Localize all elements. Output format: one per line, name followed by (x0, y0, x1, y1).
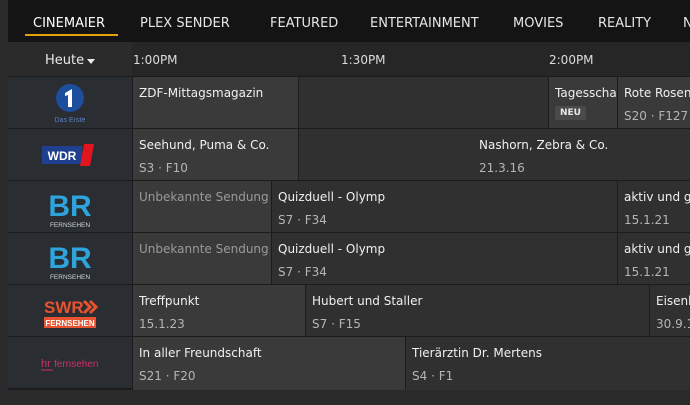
program-cell[interactable]: aktiv und ge 15.1.21 (618, 233, 690, 284)
svg-text:SWR: SWR (44, 298, 84, 317)
svg-text:fernsehen: fernsehen (54, 359, 98, 370)
program-cell-empty[interactable] (299, 77, 548, 128)
caret-down-icon (87, 59, 95, 64)
tv-guide: CINEMAIER PLEX SENDER FEATURED ENTERTAIN… (8, 0, 690, 390)
program-date: 15.1.21 (624, 265, 670, 279)
tab-next[interactable]: N (683, 0, 690, 42)
program-title: Nashorn, Zebra & Co. (479, 138, 609, 152)
channel-wdr[interactable]: WDR (8, 129, 132, 180)
program-title: Quizduell - Olymp (278, 190, 386, 204)
program-title: Unbekannte Sendung (139, 242, 269, 256)
svg-text:hr: hr (41, 358, 51, 370)
program-cell[interactable]: Seehund, Puma & Co. S3 · F10 (133, 129, 298, 180)
tab-featured[interactable]: FEATURED (270, 0, 338, 42)
program-title: Treffpunkt (139, 294, 200, 308)
hr-fernsehen-logo-icon: hr fernsehen (41, 358, 98, 370)
program-date: 21.3.16 (479, 161, 525, 175)
tab-reality[interactable]: REALITY (598, 0, 651, 42)
program-cell[interactable]: Rote Rosen S20 · F127 (618, 77, 690, 128)
program-cell[interactable]: Quizduell - Olymp S7 · F34 (272, 233, 617, 284)
svg-text:FERNSEHEN: FERNSEHEN (45, 319, 95, 328)
program-cell[interactable]: Eisenb 30.9.1 (650, 285, 690, 336)
channel-das-erste[interactable]: Das Erste (8, 77, 132, 128)
program-title: In aller Freundschaft (139, 346, 262, 360)
time-label-2: 1:30PM (341, 53, 386, 67)
tab-movies[interactable]: MOVIES (513, 0, 563, 42)
svg-text:WDR: WDR (48, 149, 77, 163)
das-erste-logo-icon: Das Erste (55, 83, 86, 124)
program-cell[interactable]: Treffpunkt 15.1.23 (133, 285, 305, 336)
program-title: Rote Rosen (624, 86, 690, 100)
svg-text:Das Erste: Das Erste (55, 117, 86, 124)
program-episode: S21 · F20 (139, 369, 196, 383)
program-episode: S3 · F10 (139, 161, 188, 175)
new-badge: NEU (555, 106, 586, 120)
time-label-1: 1:00PM (133, 53, 178, 67)
br-fernsehen-logo-icon: BR FERNSEHEN (48, 190, 92, 229)
program-cell[interactable]: In aller Freundschaft S21 · F20 (133, 337, 405, 390)
program-cell[interactable]: Tagesschau NEU (549, 77, 617, 128)
program-episode: S7 · F15 (312, 317, 361, 331)
tab-entertainment[interactable]: ENTERTAINMENT (370, 0, 479, 42)
program-episode: S7 · F34 (278, 265, 327, 279)
program-cell[interactable]: Tierärztin Dr. Mertens S4 · F1 (406, 337, 690, 390)
channel-br-1[interactable]: BR FERNSEHEN (8, 181, 132, 232)
program-episode: S4 · F1 (412, 369, 454, 383)
program-title: Hubert und Staller (312, 294, 423, 308)
program-episode: S7 · F34 (278, 213, 327, 227)
svg-text:BR: BR (48, 190, 92, 223)
program-cell[interactable]: ZDF-Mittagsmagazin (133, 77, 298, 128)
program-title: Quizduell - Olymp (278, 242, 386, 256)
day-selector-label: Heute (45, 53, 85, 68)
program-date: 15.1.23 (139, 317, 185, 331)
program-cell[interactable]: Hubert und Staller S7 · F15 (306, 285, 649, 336)
svg-text:FERNSEHEN: FERNSEHEN (50, 274, 90, 281)
program-cell[interactable]: aktiv und ge 15.1.21 (618, 181, 690, 232)
channel-hr[interactable]: hr fernsehen (8, 337, 132, 388)
wdr-logo-icon: WDR (42, 143, 94, 166)
svg-text:BR: BR (48, 242, 92, 275)
svg-text:FERNSEHEN: FERNSEHEN (50, 222, 90, 229)
program-title: aktiv und ge (624, 242, 690, 256)
br-fernsehen-logo-icon: BR FERNSEHEN (48, 242, 92, 281)
category-tabs: CINEMAIER PLEX SENDER FEATURED ENTERTAIN… (8, 0, 690, 42)
program-episode: S20 · F127 (624, 109, 689, 123)
program-date: 15.1.21 (624, 213, 670, 227)
program-title: Unbekannte Sendung (139, 190, 269, 204)
program-cell[interactable]: Nashorn, Zebra & Co. 21.3.16 (299, 129, 690, 180)
channel-swr[interactable]: SWR FERNSEHEN (8, 285, 132, 336)
program-cell[interactable]: Quizduell - Olymp S7 · F34 (272, 181, 617, 232)
channel-br-2[interactable]: BR FERNSEHEN (8, 233, 132, 284)
program-title: Tagesschau (555, 86, 617, 100)
program-cell[interactable]: Unbekannte Sendung (133, 181, 271, 232)
program-title: aktiv und ge (624, 190, 690, 204)
program-title: Tierärztin Dr. Mertens (412, 346, 542, 360)
swr-fernsehen-logo-icon: SWR FERNSEHEN (44, 298, 99, 328)
program-title: Seehund, Puma & Co. (139, 138, 270, 152)
day-selector[interactable]: Heute (8, 42, 132, 76)
program-cell[interactable]: Unbekannte Sendung (133, 233, 271, 284)
tab-plex-sender[interactable]: PLEX SENDER (140, 0, 230, 42)
active-tab-indicator (25, 34, 118, 36)
time-label-3: 2:00PM (549, 53, 594, 67)
program-title: Eisenb (656, 294, 690, 308)
program-date: 30.9.1 (656, 317, 690, 331)
program-title: ZDF-Mittagsmagazin (139, 86, 264, 100)
